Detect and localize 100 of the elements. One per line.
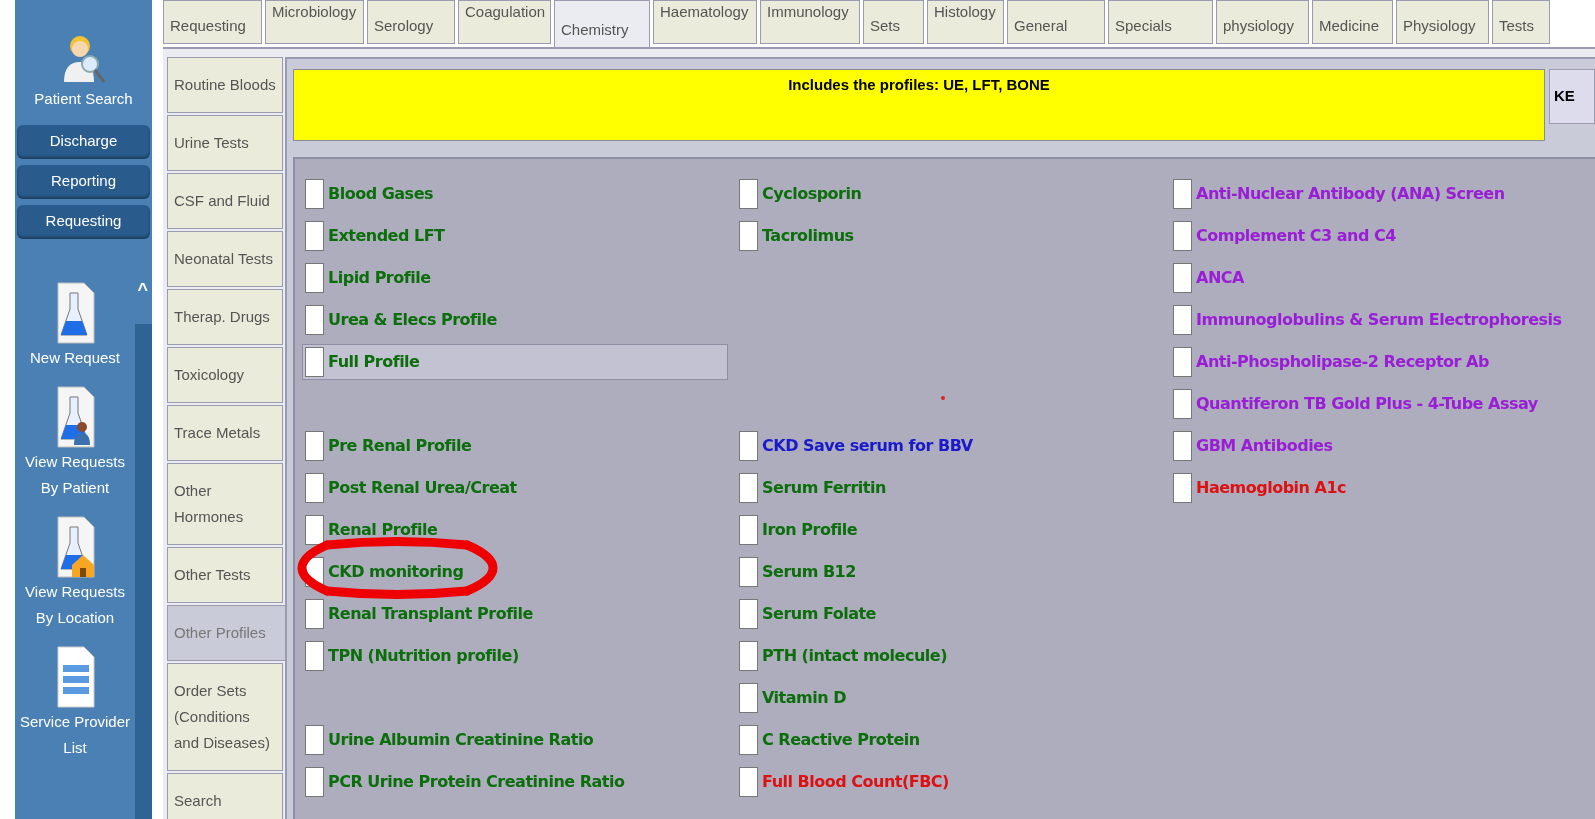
side-tab[interactable]: CSF and Fluid (167, 173, 283, 229)
test-label[interactable]: Pre Renal Profile (328, 434, 472, 458)
test-label[interactable]: TPN (Nutrition profile) (328, 644, 519, 668)
checkbox[interactable] (739, 641, 758, 671)
tab[interactable]: Haematology (653, 0, 757, 44)
checkbox[interactable] (739, 179, 758, 209)
test-label[interactable]: Serum Ferritin (762, 476, 886, 500)
shortcut-link[interactable]: View Requests By Patient (15, 448, 135, 501)
test-label[interactable]: Lipid Profile (328, 266, 431, 290)
test-label[interactable]: Serum Folate (762, 602, 876, 626)
test-label[interactable]: Full Profile (328, 350, 420, 374)
checkbox[interactable] (739, 473, 758, 503)
checkbox[interactable] (305, 263, 324, 293)
shortcut-link[interactable]: View Requests By Location (15, 578, 135, 631)
patient-search-link[interactable]: Patient Search (34, 88, 133, 111)
checkbox[interactable] (739, 431, 758, 461)
checkbox[interactable] (739, 599, 758, 629)
side-tab[interactable]: Other Profiles (167, 605, 285, 661)
tab[interactable]: Immunology (760, 0, 860, 44)
checkbox[interactable] (305, 515, 324, 545)
checkbox[interactable] (305, 599, 324, 629)
checkbox[interactable] (739, 515, 758, 545)
checkbox[interactable] (1173, 179, 1192, 209)
tab[interactable]: Requesting (163, 0, 262, 44)
checkbox[interactable] (305, 767, 324, 797)
test-label[interactable]: Vitamin D (762, 686, 846, 710)
nav-button[interactable]: Reporting (17, 164, 150, 199)
panel-button[interactable]: KE (1549, 69, 1595, 124)
checkbox[interactable] (739, 221, 758, 251)
test-label[interactable]: CKD Save serum for BBV (762, 434, 973, 458)
side-tab[interactable]: Urine Tests (167, 115, 283, 171)
test-label[interactable]: Immunoglobulins & Serum Electrophoresis (1196, 308, 1562, 332)
checkbox[interactable] (1173, 347, 1192, 377)
test-label[interactable]: Tacrolimus (762, 224, 854, 248)
test-label[interactable]: Urine Albumin Creatinine Ratio (328, 728, 594, 752)
shortcut-link[interactable]: New Request (29, 344, 120, 371)
side-tab[interactable]: Search (167, 773, 283, 819)
checkbox[interactable] (1173, 431, 1192, 461)
test-label[interactable]: Serum B12 (762, 560, 856, 584)
test-label[interactable]: Renal Profile (328, 518, 438, 542)
test-label[interactable]: GBM Antibodies (1196, 434, 1333, 458)
tab[interactable]: Histology (927, 0, 1004, 44)
test-label[interactable]: Extended LFT (328, 224, 445, 248)
side-tab[interactable]: Other Tests (167, 547, 283, 603)
checkbox[interactable] (1173, 221, 1192, 251)
checkbox[interactable] (305, 725, 324, 755)
tab[interactable]: Specials (1108, 0, 1213, 44)
test-label[interactable]: C Reactive Protein (762, 728, 920, 752)
checkbox[interactable] (1173, 389, 1192, 419)
side-tab[interactable]: Therap. Drugs (167, 289, 283, 345)
test-label[interactable]: ANCA (1196, 266, 1244, 290)
shortcut-link[interactable]: Service Provider List (15, 708, 135, 761)
test-label[interactable]: Anti-Nuclear Antibody (ANA) Screen (1196, 182, 1505, 206)
checkbox[interactable] (739, 683, 758, 713)
checkbox[interactable] (739, 557, 758, 587)
checkbox[interactable] (305, 305, 324, 335)
tab[interactable]: Medicine (1312, 0, 1393, 44)
tab[interactable]: General (1007, 0, 1105, 44)
test-label[interactable]: Anti-Phospholipase-2 Receptor Ab (1196, 350, 1489, 374)
side-tab[interactable]: Neonatal Tests (167, 231, 283, 287)
checkbox[interactable] (1173, 305, 1192, 335)
scroll-up-button[interactable]: ^ (137, 280, 148, 299)
checkbox[interactable] (305, 347, 324, 377)
tab[interactable]: physiology (1216, 0, 1309, 44)
tab[interactable]: Sets (863, 0, 924, 44)
test-label[interactable]: Haemoglobin A1c (1196, 476, 1347, 500)
test-label[interactable]: Post Renal Urea/Creat (328, 476, 517, 500)
side-tab[interactable]: Order Sets (Conditions and Diseases) (167, 663, 283, 771)
checkbox[interactable] (305, 473, 324, 503)
test-label[interactable]: Urea & Elecs Profile (328, 308, 497, 332)
test-label[interactable]: Quantiferon TB Gold Plus - 4-Tube Assay (1196, 392, 1538, 416)
checkbox[interactable] (305, 641, 324, 671)
side-tab[interactable]: Trace Metals (167, 405, 283, 461)
checkbox[interactable] (739, 725, 758, 755)
nav-button[interactable]: Discharge (17, 124, 150, 159)
tab[interactable]: Serology (367, 0, 455, 44)
side-tab[interactable]: Routine Bloods (167, 57, 283, 113)
test-label[interactable]: Full Blood Count(FBC) (762, 770, 949, 794)
checkbox[interactable] (1173, 473, 1192, 503)
test-label[interactable]: Cyclosporin (762, 182, 862, 206)
tab[interactable]: Chemistry (554, 0, 650, 47)
checkbox[interactable] (305, 221, 324, 251)
checkbox[interactable] (739, 767, 758, 797)
test-label[interactable]: Blood Gases (328, 182, 433, 206)
test-label[interactable]: Iron Profile (762, 518, 858, 542)
test-label[interactable]: PCR Urine Protein Creatinine Ratio (328, 770, 625, 794)
test-label[interactable]: PTH (intact molecule) (762, 644, 947, 668)
test-label[interactable]: CKD monitoring (328, 560, 464, 584)
side-tab[interactable]: Toxicology (167, 347, 283, 403)
checkbox[interactable] (1173, 263, 1192, 293)
test-label[interactable]: Renal Transplant Profile (328, 602, 533, 626)
tab[interactable]: Tests (1492, 0, 1550, 44)
test-label[interactable]: Complement C3 and C4 (1196, 224, 1396, 248)
checkbox[interactable] (305, 431, 324, 461)
tab[interactable]: Coagulation (458, 0, 551, 44)
checkbox[interactable] (305, 179, 324, 209)
tab[interactable]: Physiology (1396, 0, 1489, 44)
tab[interactable]: Microbiology (265, 0, 364, 44)
side-tab[interactable]: Other Hormones (167, 463, 283, 545)
nav-button[interactable]: Requesting (17, 204, 150, 239)
